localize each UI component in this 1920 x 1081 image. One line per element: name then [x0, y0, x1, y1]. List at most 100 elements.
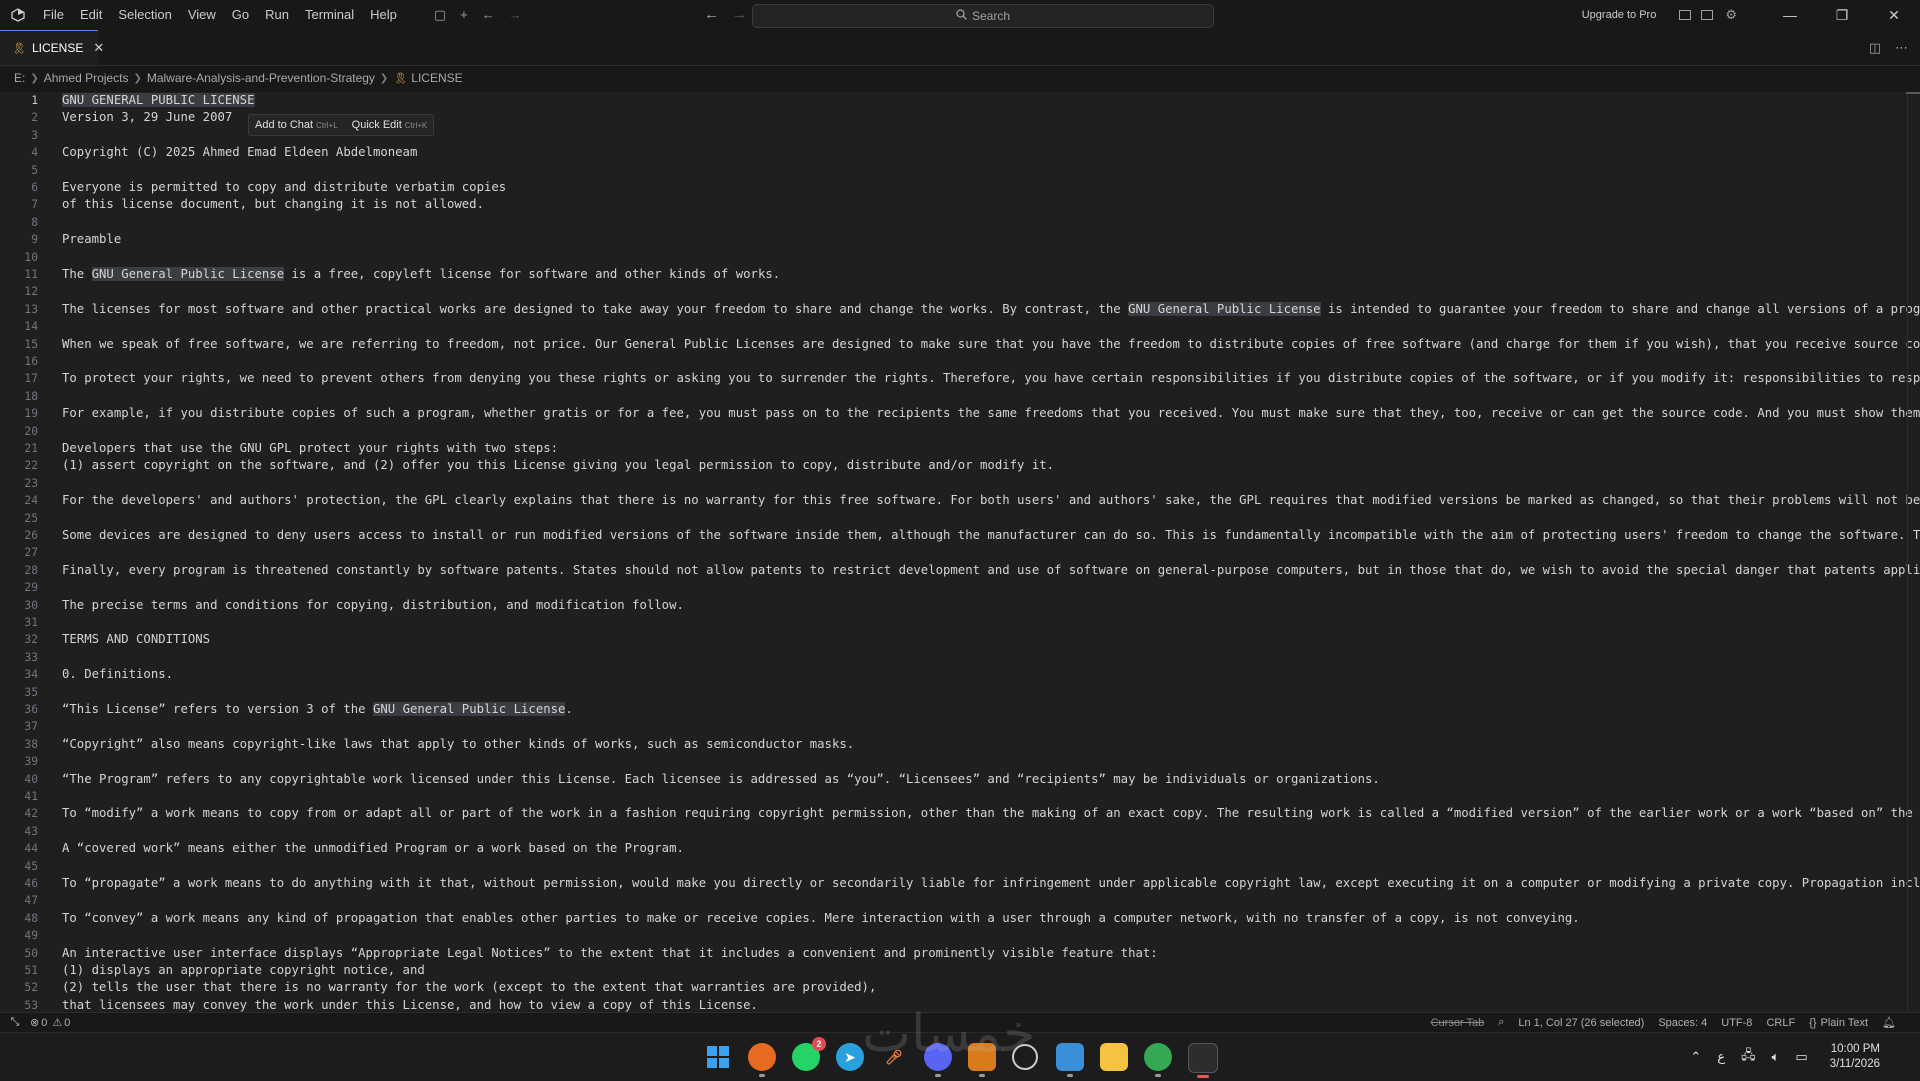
breadcrumb-folder-malware[interactable]: Malware-Analysis-and-Prevention-Strategy [147, 71, 375, 85]
editor-line[interactable]: 13 The licenses for most software and oth… [0, 301, 1920, 318]
editor-line[interactable]: 43 [0, 823, 1920, 840]
editor-line[interactable]: 30 The precise terms and conditions for c… [0, 597, 1920, 614]
new-chat-icon[interactable]: ▢ [427, 0, 453, 30]
editor-line[interactable]: 49 [0, 927, 1920, 944]
nav-forward-icon[interactable]: → [732, 0, 747, 30]
editor-line[interactable]: 38 “Copyright” also means copyright-like … [0, 736, 1920, 753]
whatsapp-icon[interactable]: 2 [792, 1037, 826, 1071]
file-explorer-icon[interactable] [1100, 1043, 1128, 1071]
minimize-button[interactable]: — [1764, 0, 1816, 30]
editor-line[interactable]: 5 [0, 162, 1920, 179]
close-window-button[interactable]: ✕ [1868, 0, 1920, 30]
menu-selection[interactable]: Selection [110, 0, 179, 30]
chevron-up-icon[interactable]: ⌃ [1690, 1049, 1701, 1065]
editor-line[interactable]: 23 [0, 475, 1920, 492]
editor-line[interactable]: 44 A “covered work” means either the unmo… [0, 840, 1920, 857]
editor-line[interactable]: 4 Copyright (C) 2025 Ahmed Emad Eldeen Ab… [0, 144, 1920, 161]
editor-line[interactable]: 46 To “propagate” a work means to do anyt… [0, 875, 1920, 892]
menu-run[interactable]: Run [257, 0, 297, 30]
code-editor[interactable]: 1 GNU GENERAL PUBLIC LICENSE 2 Version 3, 2… [0, 92, 1920, 1012]
editor-line[interactable]: 29 [0, 579, 1920, 596]
cursor-position[interactable]: Ln 1, Col 27 (26 selected) [1518, 1017, 1644, 1029]
menu-file[interactable]: File [35, 0, 72, 30]
editor-line[interactable]: 9 Preamble [0, 231, 1920, 248]
editor-line[interactable]: 42 To “modify” a work means to copy from … [0, 805, 1920, 822]
editor-line[interactable]: 1 GNU GENERAL PUBLIC LICENSE [0, 92, 1920, 109]
settings-gear-icon[interactable]: ⚙ [1718, 0, 1744, 30]
breadcrumb-file[interactable]: LICENSE [411, 71, 462, 85]
more-actions-icon[interactable]: ⋯ [1895, 40, 1908, 56]
toggle-sidebar-icon[interactable] [1701, 10, 1714, 20]
editor-line[interactable]: 33 [0, 649, 1920, 666]
editor-line[interactable]: 16 [0, 353, 1920, 370]
menu-terminal[interactable]: Terminal [297, 0, 362, 30]
chrome-icon[interactable] [1144, 1043, 1172, 1077]
toggle-panel-icon[interactable] [1679, 10, 1692, 20]
menu-edit[interactable]: Edit [72, 0, 110, 30]
encoding[interactable]: UTF-8 [1721, 1017, 1752, 1029]
editor-line[interactable]: 17 To protect your rights, we need to pre… [0, 370, 1920, 387]
editor-line[interactable]: 20 [0, 423, 1920, 440]
editor-line[interactable]: 31 [0, 614, 1920, 631]
bell-icon[interactable]: 🔔︎ [1882, 1016, 1896, 1029]
editor-line[interactable]: 11 The GNU General Public License is a fr… [0, 266, 1920, 283]
restore-button[interactable]: ❐ [1816, 0, 1868, 30]
close-icon[interactable]: ✕ [93, 40, 104, 56]
upgrade-button[interactable]: Upgrade to Pro [1582, 9, 1657, 21]
command-search[interactable]: Search [752, 4, 1214, 28]
language-indicator[interactable]: ع [1717, 1049, 1725, 1065]
scrollbar-track[interactable] [1907, 92, 1920, 1012]
editor-line[interactable]: 10 [0, 249, 1920, 266]
problems-indicator[interactable]: ⊗ 0 ⚠ 0 [30, 1016, 70, 1030]
language-mode[interactable]: {} Plain Text [1809, 1017, 1868, 1029]
app-blue-icon[interactable] [1056, 1043, 1084, 1077]
indentation[interactable]: Spaces: 4 [1658, 1017, 1707, 1029]
editor-line[interactable]: 50 An interactive user interface displays… [0, 945, 1920, 962]
editor-line[interactable]: 12 [0, 283, 1920, 300]
editor-line[interactable]: 47 [0, 892, 1920, 909]
firefox-icon[interactable] [748, 1043, 776, 1077]
editor-line[interactable]: 45 [0, 858, 1920, 875]
zoom-icon[interactable]: ⌕ [1498, 1016, 1504, 1029]
editor-line[interactable]: 41 [0, 788, 1920, 805]
editor-line[interactable]: 36 “This License” refers to version 3 of … [0, 701, 1920, 718]
editor-line[interactable]: 26 Some devices are designed to deny user… [0, 527, 1920, 544]
plus-icon[interactable]: + [453, 0, 475, 30]
battery-icon[interactable]: ▭ [1795, 1049, 1807, 1065]
cursor-app-icon[interactable] [1188, 1043, 1218, 1078]
editor-line[interactable]: 22 (1) assert copyright on the software, … [0, 457, 1920, 474]
editor-line[interactable]: 48 To “convey” a work means any kind of p… [0, 910, 1920, 927]
editor-line[interactable]: 14 [0, 318, 1920, 335]
breadcrumb-folder-ahmed-projects[interactable]: Ahmed Projects [44, 71, 129, 85]
editor-line[interactable]: 6 Everyone is permitted to copy and distr… [0, 179, 1920, 196]
scrollbar-thumb[interactable] [1906, 92, 1920, 94]
editor-line[interactable]: 24 For the developers' and authors' prote… [0, 492, 1920, 509]
editor-line[interactable]: 52 (2) tells the user that there is no wa… [0, 979, 1920, 996]
network-icon[interactable]: 🖧︎ [1741, 1046, 1756, 1068]
line-ending[interactable]: CRLF [1766, 1017, 1795, 1029]
editor-line[interactable]: 40 “The Program” refers to any copyrighta… [0, 771, 1920, 788]
editor-line[interactable]: 28 Finally, every program is threatened c… [0, 562, 1920, 579]
editor-line[interactable]: 39 [0, 753, 1920, 770]
editor-line[interactable]: 21 Developers that use the GNU GPL protec… [0, 440, 1920, 457]
editor-line[interactable]: 32 TERMS AND CONDITIONS [0, 631, 1920, 648]
telegram-icon[interactable]: ➤ [836, 1043, 864, 1071]
menu-go[interactable]: Go [224, 0, 257, 30]
quick-edit-button[interactable]: Quick Edit Ctrl+K [352, 119, 428, 131]
editor-line[interactable]: 19 For example, if you distribute copies … [0, 405, 1920, 422]
editor-line[interactable]: 25 [0, 510, 1920, 527]
editor-line[interactable]: 15 When we speak of free software, we are… [0, 336, 1920, 353]
editor-line[interactable]: 27 [0, 544, 1920, 561]
editor-line[interactable]: 37 [0, 718, 1920, 735]
editor-line[interactable]: 51 (1) displays an appropriate copyright … [0, 962, 1920, 979]
arrow-left-icon[interactable]: ← [475, 0, 502, 30]
add-to-chat-button[interactable]: Add to Chat Ctrl+L [255, 119, 338, 131]
remote-icon[interactable]: ⤡ [0, 1016, 30, 1029]
editor-line[interactable]: 18 [0, 388, 1920, 405]
clock[interactable]: 10:00 PM 3/11/2026 [1830, 1042, 1880, 1072]
breadcrumb-drive[interactable]: E: [14, 71, 25, 85]
editor-line[interactable]: 7 of this license document, but changing … [0, 196, 1920, 213]
windows-start-icon[interactable] [704, 1043, 732, 1071]
menu-help[interactable]: Help [362, 0, 405, 30]
editor-line[interactable]: 8 [0, 214, 1920, 231]
